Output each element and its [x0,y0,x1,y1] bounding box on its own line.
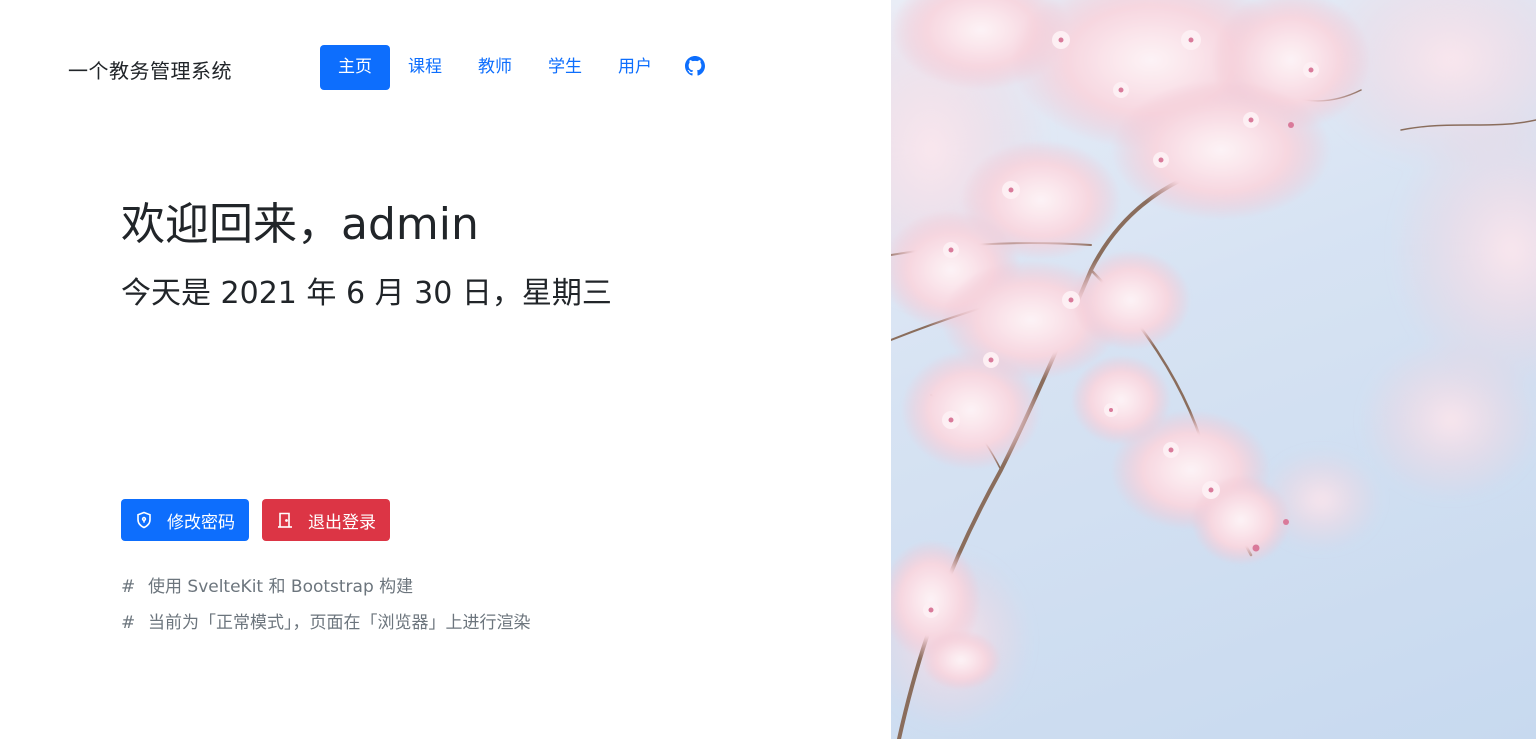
note-hash: # [121,577,136,597]
nav-item-users[interactable]: 用户 [600,45,670,90]
note-text: 当前为「正常模式」，页面在「浏览器」上进行渲染 [148,613,531,633]
nav-item-students[interactable]: 学生 [530,45,600,90]
note-hash: # [121,613,136,633]
note-item: # 使用 SvelteKit 和 Bootstrap 构建 [121,575,531,611]
footer-notes: # 使用 SvelteKit 和 Bootstrap 构建 # 当前为「正常模式… [121,575,531,647]
greeting-heading: 欢迎回来，admin [121,199,479,250]
brand-title[interactable]: 一个教务管理系统 [68,55,232,84]
page: 一个教务管理系统 主页 课程 教师 学生 用户 欢迎回来，admin 今天是 2… [0,0,1536,739]
nav-item-home[interactable]: 主页 [320,45,390,90]
note-item: # 当前为「正常模式」，页面在「浏览器」上进行渲染 [121,611,531,647]
shield-lock-icon [135,511,153,529]
cherry-blossom-image [891,0,1536,739]
date-heading: 今天是 2021 年 6 月 30 日，星期三 [121,276,612,311]
nav-item-courses[interactable]: 课程 [390,45,460,90]
github-link[interactable] [672,45,718,90]
nav-item-teachers[interactable]: 教师 [460,45,530,90]
door-icon [276,511,294,529]
change-password-button[interactable]: 修改密码 [121,499,249,541]
logout-button[interactable]: 退出登录 [262,499,390,541]
note-text: 使用 SvelteKit 和 Bootstrap 构建 [148,577,414,597]
main-panel: 一个教务管理系统 主页 课程 教师 学生 用户 欢迎回来，admin 今天是 2… [0,0,891,739]
blossom-illustration [891,0,1536,739]
change-password-label: 修改密码 [167,512,235,533]
github-icon [685,55,705,80]
action-buttons: 修改密码 退出登录 [121,499,390,541]
logout-label: 退出登录 [308,512,376,533]
top-nav: 主页 课程 教师 学生 用户 [320,45,718,90]
